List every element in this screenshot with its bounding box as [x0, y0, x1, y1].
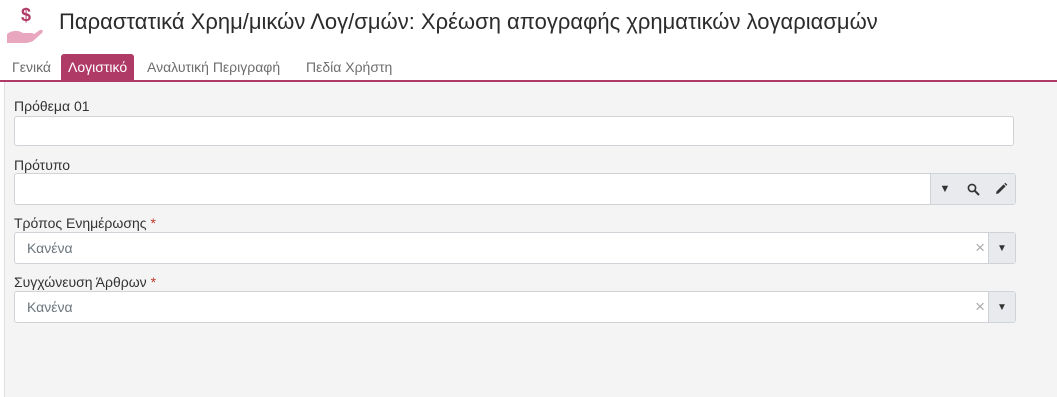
required-marker: *: [150, 274, 157, 290]
tab-user-fields[interactable]: Πεδία Χρήστη: [306, 54, 392, 80]
template-actions: ▼: [930, 174, 1015, 204]
merge-entries-value: Κανένα: [27, 299, 73, 315]
update-mode-label: Τρόπος Ενημέρωσης *: [14, 215, 156, 231]
money-hand-icon: $: [7, 5, 43, 43]
clear-icon[interactable]: ×: [975, 292, 985, 322]
dropdown-arrow-icon[interactable]: ▼: [988, 233, 1015, 263]
update-mode-value: Κανένα: [27, 240, 73, 256]
page-header: $ Παραστατικά Χρημ/μικών Λογ/σμών: Χρέωσ…: [0, 0, 1057, 50]
template-label: Πρότυπο: [14, 157, 71, 173]
dropdown-arrow-icon[interactable]: ▼: [931, 174, 959, 204]
prefix-input[interactable]: [14, 116, 1014, 146]
merge-entries-label: Συγχώνευση Άρθρων *: [14, 274, 157, 290]
tab-general[interactable]: Γενικά: [12, 54, 51, 80]
edit-pencil-icon[interactable]: [987, 174, 1015, 204]
template-lookup[interactable]: ▼: [14, 173, 1016, 205]
required-marker: *: [150, 215, 156, 231]
form-panel: Πρόθεμα 01 Πρότυπο ▼ Τρόπος Ενημέρωσης * …: [4, 82, 1057, 397]
prefix-label: Πρόθεμα 01: [14, 98, 90, 114]
search-icon[interactable]: [959, 174, 987, 204]
update-mode-select[interactable]: Κανένα × ▼: [14, 232, 1016, 264]
tab-bar: Γενικά Λογιστικό Αναλυτική Περιγραφή Πεδ…: [0, 54, 1057, 82]
merge-entries-select[interactable]: Κανένα × ▼: [14, 291, 1016, 323]
tab-accounting[interactable]: Λογιστικό: [61, 54, 135, 80]
page-title: Παραστατικά Χρημ/μικών Λογ/σμών: Χρέωση …: [59, 9, 878, 34]
dropdown-arrow-icon[interactable]: ▼: [988, 292, 1015, 322]
svg-text:$: $: [21, 5, 31, 25]
tab-detailed-description[interactable]: Αναλυτική Περιγραφή: [147, 54, 280, 80]
clear-icon[interactable]: ×: [975, 233, 985, 263]
